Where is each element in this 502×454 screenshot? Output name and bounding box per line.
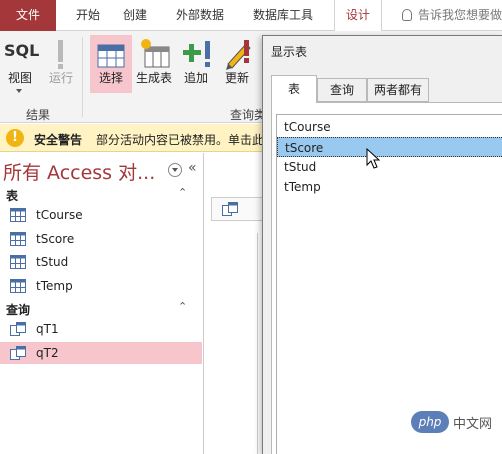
lightbulb-icon: [402, 9, 412, 21]
nav-item-table[interactable]: tTemp: [0, 275, 202, 297]
tell-me-text: 告诉我您想要做什么: [418, 8, 502, 22]
tab-external-data[interactable]: 外部数据: [170, 0, 230, 31]
list-item-selected[interactable]: tScore: [277, 137, 502, 157]
nav-section-queries[interactable]: 查询 ⌃: [0, 299, 203, 319]
make-table-label: 生成表: [135, 71, 172, 85]
select-query-button[interactable]: 选择: [90, 35, 132, 93]
security-warning-title: 安全警告: [34, 133, 83, 147]
design-grid-divider: [257, 233, 258, 454]
nav-section-label: 查询: [6, 303, 31, 317]
update-button[interactable]: 更新: [218, 35, 256, 93]
nav-section-tables[interactable]: 表 ⌃: [0, 185, 203, 205]
nav-item-table[interactable]: tStud: [0, 251, 202, 273]
run-label: 运行: [48, 71, 73, 85]
append-icon: [183, 41, 210, 67]
warning-icon: !: [6, 129, 24, 147]
table-listbox[interactable]: tCourse tScore tStud tTemp: [276, 114, 502, 454]
watermark-text: 中文网: [453, 417, 493, 432]
dialog-tab-both[interactable]: 两者都有: [367, 78, 429, 102]
nav-dropdown-icon[interactable]: [168, 163, 182, 177]
tab-home[interactable]: 开始: [66, 0, 110, 31]
navigation-pane: 所有 Access 对... « 表 ⌃ tCourse tScore tStu…: [0, 153, 204, 454]
nav-item-label: qT1: [36, 322, 59, 336]
query-icon: [222, 202, 238, 216]
run-icon: [58, 40, 63, 62]
list-item[interactable]: tStud: [277, 157, 502, 177]
chevron-up-icon: ⌃: [178, 300, 188, 313]
ribbon-tab-bar: 文件 开始 创建 外部数据 数据库工具 设计 告诉我您想要做什么: [0, 0, 502, 32]
make-table-button[interactable]: 生成表: [134, 35, 174, 93]
dialog-tab-queries[interactable]: 查询: [317, 78, 367, 102]
tell-me-box[interactable]: 告诉我您想要做什么: [402, 0, 502, 31]
dialog-tab-tables[interactable]: 表: [271, 75, 317, 103]
tab-create[interactable]: 创建: [116, 0, 154, 31]
chevron-up-icon: ⌃: [178, 186, 188, 199]
chevron-down-icon: [16, 89, 22, 93]
tab-database-tools[interactable]: 数据库工具: [248, 0, 318, 31]
php-logo: php: [411, 411, 449, 433]
table-icon: [10, 255, 26, 269]
table-icon: [10, 232, 26, 246]
list-item[interactable]: tCourse: [277, 117, 502, 137]
update-pencil-icon: [226, 40, 251, 70]
query-icon: [10, 322, 26, 336]
sql-icon: SQL: [4, 41, 40, 60]
nav-item-label: tScore: [36, 232, 75, 246]
table-icon: [10, 208, 26, 222]
security-warning-message[interactable]: 部分活动内容已被禁用。单击此处: [96, 131, 276, 148]
nav-item-label: tTemp: [36, 279, 73, 293]
append-label: 追加: [183, 71, 208, 85]
mouse-cursor-icon: [366, 148, 380, 169]
nav-item-query-selected[interactable]: qT2: [0, 342, 202, 364]
nav-pane-title[interactable]: 所有 Access 对...: [3, 158, 155, 185]
append-button[interactable]: 追加: [178, 35, 214, 93]
select-label: 选择: [98, 71, 123, 85]
update-label: 更新: [224, 71, 249, 85]
table-icon: [10, 279, 26, 293]
run-button[interactable]: 运行: [44, 35, 78, 93]
view-label: 视图: [7, 71, 32, 85]
show-table-dialog: 显示表 表 查询 两者都有 tCourse tScore tStud tTemp: [262, 35, 502, 454]
group-label-query-type: 查询类: [230, 108, 267, 122]
nav-item-label: qT2: [36, 346, 59, 360]
nav-item-query[interactable]: qT1: [0, 318, 202, 340]
tab-file[interactable]: 文件: [0, 0, 56, 31]
nav-item-label: tStud: [36, 255, 69, 269]
nav-section-label: 表: [6, 189, 19, 203]
group-separator: [82, 37, 83, 117]
nav-item-table[interactable]: tCourse: [0, 204, 202, 226]
nav-item-table[interactable]: tScore: [0, 228, 202, 250]
make-table-icon: [141, 39, 170, 68]
collapse-pane-icon[interactable]: «: [188, 160, 197, 176]
query-icon: [10, 346, 26, 360]
view-button[interactable]: SQL 视图: [2, 35, 40, 93]
select-query-icon: [97, 44, 125, 68]
dialog-title: 显示表: [271, 45, 308, 59]
nav-item-label: tCourse: [36, 208, 83, 222]
list-item[interactable]: tTemp: [277, 177, 502, 197]
group-label-results: 结果: [26, 108, 51, 122]
tab-design[interactable]: 设计: [334, 0, 382, 32]
